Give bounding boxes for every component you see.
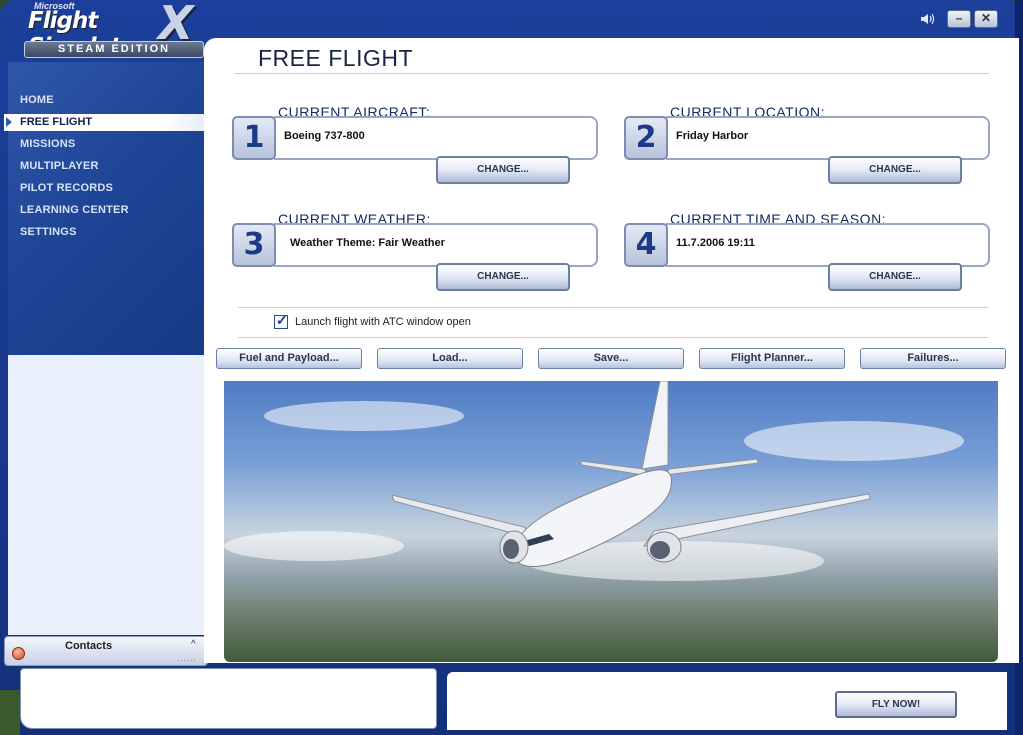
sidebar-item-multiplayer[interactable]: MULTIPLAYER xyxy=(20,160,99,172)
time-season-value: 11.7.2006 19:11 xyxy=(676,237,755,249)
save-button[interactable]: Save... xyxy=(538,348,684,369)
sidebar-item-pilot-records[interactable]: PILOT RECORDS xyxy=(20,182,113,194)
divider xyxy=(238,337,988,338)
logo-edition: STEAM EDITION xyxy=(24,41,204,58)
checkmark-icon: ✓ xyxy=(276,312,288,328)
chevron-up-icon[interactable]: ^ xyxy=(191,639,196,650)
sidebar-lower-panel xyxy=(8,355,204,635)
sidebar-item-home[interactable]: HOME xyxy=(20,94,54,106)
sidebar-item-settings[interactable]: SETTINGS xyxy=(20,226,77,238)
sidebar-item-missions[interactable]: MISSIONS xyxy=(20,138,75,150)
divider xyxy=(234,73,989,74)
resize-grip-icon[interactable]: ...... xyxy=(177,654,196,663)
failures-button[interactable]: Failures... xyxy=(860,348,1006,369)
load-button[interactable]: Load... xyxy=(377,348,523,369)
atc-checkbox[interactable]: ✓ xyxy=(274,312,288,329)
aircraft-value-box: Boeing 737-800 xyxy=(274,116,598,160)
contacts-bar[interactable]: Contacts ^ ...... xyxy=(4,636,208,666)
active-arrow-icon xyxy=(6,117,12,127)
minimize-button[interactable]: – xyxy=(947,10,971,28)
section-number-3: 3 xyxy=(232,223,276,267)
atc-checkbox-label[interactable]: Launch flight with ATC window open xyxy=(295,316,471,328)
flight-planner-button[interactable]: Flight Planner... xyxy=(699,348,845,369)
divider xyxy=(238,307,988,308)
status-icon xyxy=(12,647,25,660)
change-weather-button[interactable]: CHANGE... xyxy=(436,263,570,291)
page-title: FREE FLIGHT xyxy=(258,45,414,71)
sidebar-item-free-flight[interactable]: FREE FLIGHT xyxy=(4,114,204,131)
location-value: Friday Harbor xyxy=(676,130,749,142)
sidebar-item-label: FREE FLIGHT xyxy=(20,116,93,128)
contacts-label: Contacts xyxy=(65,640,113,652)
background-corner xyxy=(0,690,20,735)
section-number-2: 2 xyxy=(624,116,668,160)
change-location-button[interactable]: CHANGE... xyxy=(828,156,962,184)
airplane-icon xyxy=(391,381,871,567)
sidebar-item-learning-center[interactable]: LEARNING CENTER xyxy=(20,204,129,216)
section-number-4: 4 xyxy=(624,223,668,267)
time-season-value-box: 11.7.2006 19:11 xyxy=(666,223,990,267)
weather-value-box: Weather Theme: Fair Weather xyxy=(274,223,598,267)
weather-value: Weather Theme: Fair Weather xyxy=(290,237,445,249)
fuel-payload-button[interactable]: Fuel and Payload... xyxy=(216,348,362,369)
aircraft-value: Boeing 737-800 xyxy=(284,130,365,142)
app-logo: Microsoft Flight Simulator X STEAM EDITI… xyxy=(10,0,210,62)
section-number-1: 1 xyxy=(232,116,276,160)
aircraft-preview-image xyxy=(224,381,998,662)
close-button[interactable]: ✕ xyxy=(974,10,998,28)
chat-input[interactable] xyxy=(20,668,437,729)
change-time-button[interactable]: CHANGE... xyxy=(828,263,962,291)
location-value-box: Friday Harbor xyxy=(666,116,990,160)
speaker-icon[interactable] xyxy=(920,12,936,28)
change-aircraft-button[interactable]: CHANGE... xyxy=(436,156,570,184)
fly-now-button[interactable]: FLY NOW! xyxy=(835,691,957,718)
